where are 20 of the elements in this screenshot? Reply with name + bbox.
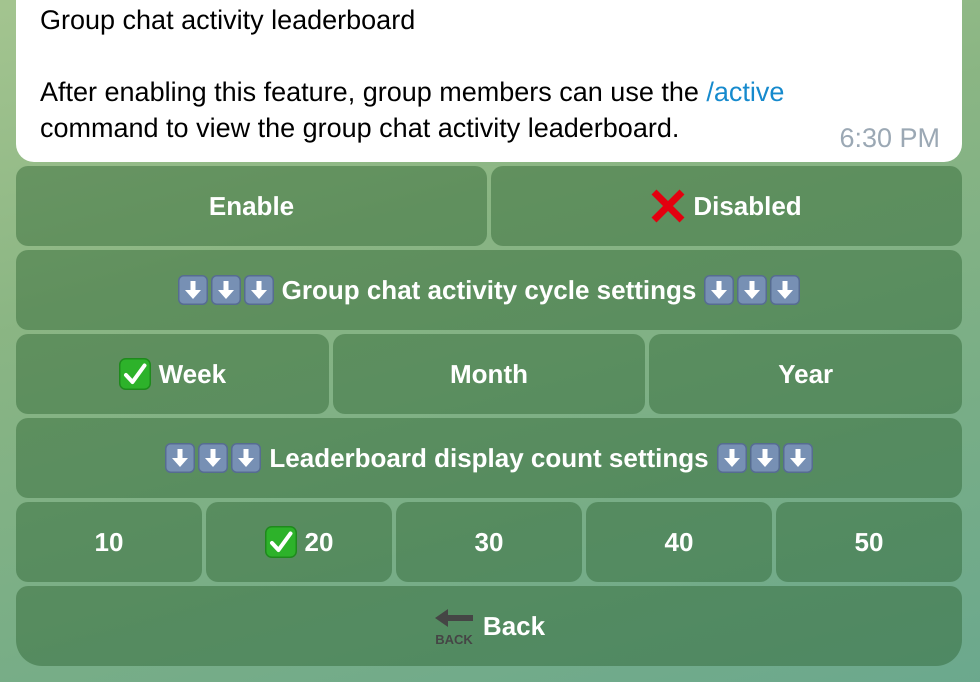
option-button[interactable]: 10 [16, 502, 202, 582]
command-link[interactable]: /active [706, 77, 784, 107]
check-icon [118, 358, 151, 390]
message-text: After enabling this feature, group members can use the /active command to view the group chat activity leaderboard. [40, 76, 786, 145]
section-header-button[interactable]: Group chat activity cycle settings [16, 250, 962, 330]
message-title: Group chat activity leaderboard [40, 4, 416, 37]
toggle-button[interactable]: Disabled [491, 166, 962, 246]
option-button[interactable]: 30 [396, 502, 582, 582]
option-button[interactable]: 40 [586, 502, 772, 582]
back-button[interactable]: BACK Back [16, 586, 962, 666]
option-button[interactable]: Year [649, 334, 962, 414]
option-button[interactable]: 20 [206, 502, 392, 582]
option-button[interactable]: 50 [776, 502, 962, 582]
option-button[interactable]: Month [332, 334, 646, 414]
option-button[interactable]: Week [16, 334, 329, 414]
cross-icon [651, 189, 686, 223]
section-header-button[interactable]: Leaderboard display count settings [16, 418, 962, 498]
check-icon [264, 526, 297, 558]
message-time: 6:30 PM [839, 124, 940, 152]
toggle-button[interactable]: Enable [16, 166, 487, 246]
